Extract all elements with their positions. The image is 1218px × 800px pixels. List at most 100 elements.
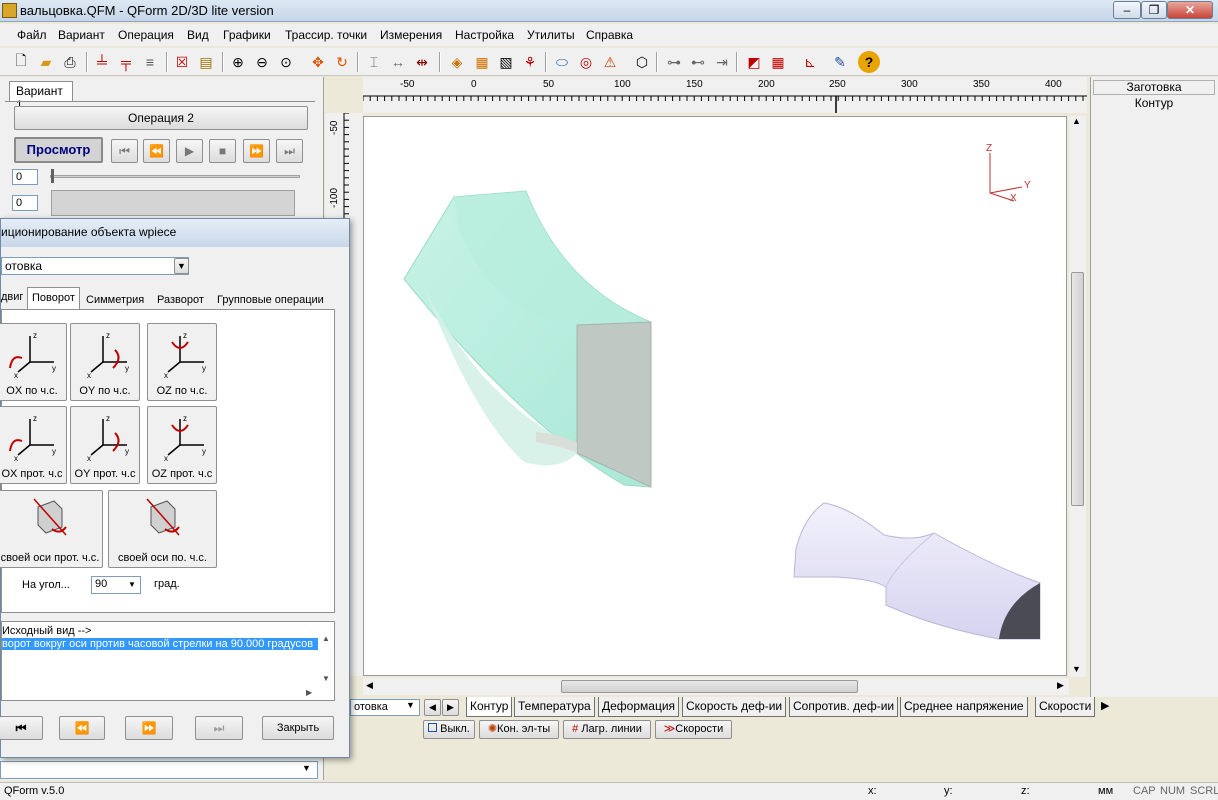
right-panel-header[interactable]: Заготовка	[1093, 80, 1215, 95]
chevron-down-icon[interactable]: ▼	[174, 258, 189, 274]
menu-help[interactable]: Справка	[586, 28, 633, 42]
close-dialog-button[interactable]: Закрыть	[262, 716, 334, 740]
scroll-left-icon[interactable]: ◀	[366, 680, 373, 691]
lagrange-lines-button[interactable]: # Лагр. линии	[563, 720, 651, 739]
cube-icon[interactable]: ⬡	[631, 51, 653, 73]
rotate-ox-ccw-button[interactable]: z y x OX прот. ч.с	[0, 406, 67, 484]
last-frame-button[interactable]: ⏭	[276, 139, 303, 163]
velocities-button[interactable]: ≫Скорости	[655, 720, 732, 739]
layers-icon[interactable]: ◈	[446, 51, 468, 73]
remove-tool-icon[interactable]: ╤	[115, 51, 137, 73]
vertical-scroll-thumb[interactable]	[1071, 272, 1084, 506]
frame-slider[interactable]	[50, 175, 300, 178]
add-tool-icon[interactable]: ╧	[91, 51, 113, 73]
frame-slider-thumb[interactable]	[51, 169, 54, 183]
ring-icon[interactable]: ◎	[575, 51, 597, 73]
new-icon[interactable]: 🗋	[10, 51, 32, 73]
move-icon[interactable]: ✥	[307, 51, 329, 73]
rotate-own-axis-cw-button[interactable]: своей оси по. ч.с.	[108, 490, 217, 568]
tab-flip[interactable]: Разворот	[157, 294, 204, 306]
model-viewport[interactable]: Z Y X	[363, 116, 1067, 676]
tab-temperature[interactable]: Температура	[514, 697, 595, 717]
next-frame-button[interactable]: ⏩	[243, 139, 270, 163]
menu-variant[interactable]: Вариант	[58, 28, 105, 42]
color-grid-icon[interactable]: ▦	[767, 51, 789, 73]
operation-button[interactable]: Операция 2	[14, 106, 308, 130]
tabs-more-icon[interactable]: ▶	[1101, 699, 1109, 712]
menu-trace-points[interactable]: Трассир. точки	[285, 28, 367, 42]
tool-align-icon[interactable]: ≡	[139, 51, 161, 73]
paint-icon[interactable]: ✎	[829, 51, 851, 73]
chevron-down-icon[interactable]: ▼	[128, 580, 136, 589]
cylinder-icon[interactable]: ⬭	[551, 51, 573, 73]
roll-icon[interactable]: ⊶	[663, 51, 685, 73]
chevron-down-icon[interactable]: ▼	[406, 700, 415, 710]
measure-vertical-icon[interactable]: ⌶	[363, 51, 385, 73]
measure-distance-icon[interactable]: ⇹	[411, 51, 433, 73]
tab-group-ops[interactable]: Групповые операции	[217, 294, 324, 306]
finite-elements-button[interactable]: ✺Кон. эл-ты	[479, 720, 559, 739]
horizontal-scrollbar[interactable]: ◀ ▶	[363, 678, 1069, 695]
view-button[interactable]: Просмотр	[14, 137, 103, 163]
minimize-button[interactable]: –	[1113, 1, 1141, 19]
rotate-oz-ccw-button[interactable]: z y x OZ прот. ч.с	[147, 406, 217, 484]
mesh-icon[interactable]: ⚠	[599, 51, 621, 73]
menu-measure[interactable]: Измерения	[380, 28, 442, 42]
scroll-right-icon[interactable]: ▶	[1057, 680, 1064, 691]
open-icon[interactable]: ▰	[35, 51, 57, 73]
menu-utilities[interactable]: Утилиты	[527, 28, 575, 42]
menu-settings[interactable]: Настройка	[455, 28, 514, 42]
zoom-in-icon[interactable]: ⊕	[227, 51, 249, 73]
tabs-scroll-left-icon[interactable]: ◀	[424, 699, 441, 716]
rotate-oy-cw-button[interactable]: z y x OY по ч.с.	[70, 323, 140, 401]
history-back-button[interactable]: ⏪	[59, 716, 105, 740]
measure-horizontal-icon[interactable]: ↔	[387, 51, 409, 73]
step-field[interactable]: 0	[12, 195, 38, 211]
tab-contour[interactable]: Контур	[466, 697, 513, 717]
graph-icon[interactable]: ▧	[495, 51, 517, 73]
zoom-fit-icon[interactable]: ⊙	[275, 51, 297, 73]
roll-forward-icon[interactable]: ⊷	[687, 51, 709, 73]
scroll-right-icon[interactable]: ▶	[306, 688, 312, 697]
scroll-down-icon[interactable]: ▼	[322, 674, 330, 683]
scroll-up-icon[interactable]: ▲	[322, 634, 330, 643]
right-panel-item[interactable]: Контур	[1093, 96, 1215, 110]
bottom-select[interactable]	[0, 761, 318, 779]
toggle-off-button[interactable]: Выкл.	[423, 720, 475, 739]
scroll-down-icon[interactable]: ▼	[1072, 664, 1081, 674]
tabs-scroll-right-icon[interactable]: ▶	[442, 699, 459, 716]
menu-operation[interactable]: Операция	[118, 28, 174, 42]
tab-mean-stress[interactable]: Среднее напряжение	[900, 697, 1028, 717]
stop-button[interactable]: ■	[209, 139, 236, 163]
history-item[interactable]: Исходный вид -->	[2, 625, 91, 637]
color-scheme-icon[interactable]: ◩	[743, 51, 765, 73]
delete-icon[interactable]: ☒	[171, 51, 193, 73]
frame-field[interactable]: 0	[12, 169, 38, 185]
rotate-ox-cw-button[interactable]: z y x OX по ч.с.	[0, 323, 67, 401]
rotate-own-axis-ccw-button[interactable]: своей оси прот. ч.с.	[0, 490, 103, 568]
history-list[interactable]: Исходный вид --> ворот вокруг оси против…	[1, 621, 335, 701]
close-window-button[interactable]: ✕	[1167, 1, 1213, 19]
tab-move[interactable]: двиг	[1, 291, 23, 303]
axes-icon[interactable]: ⊾	[799, 51, 821, 73]
rotate-oz-cw-button[interactable]: z y x OZ по ч.с.	[147, 323, 217, 401]
tab-variant-1[interactable]: Вариант 1	[9, 81, 73, 112]
tab-velocities[interactable]: Скорости	[1035, 697, 1096, 717]
menu-view[interactable]: Вид	[187, 28, 209, 42]
horizontal-scroll-thumb[interactable]	[561, 680, 858, 693]
chevron-down-icon[interactable]: ▼	[302, 763, 311, 773]
history-first-button[interactable]: ⏮	[0, 716, 43, 740]
tab-deformation[interactable]: Деформация	[598, 697, 680, 717]
history-item-selected[interactable]: ворот вокруг оси против часовой стрелки …	[2, 638, 318, 650]
report-icon[interactable]: ▤	[195, 51, 217, 73]
rotate-oy-ccw-button[interactable]: z y x OY прот. ч.с	[70, 406, 140, 484]
tab-strain-rate[interactable]: Скорость деф-ии	[682, 697, 787, 717]
scroll-up-icon[interactable]: ▲	[1072, 116, 1081, 126]
grid-icon[interactable]: ▦	[471, 51, 493, 73]
first-frame-button[interactable]: ⏮	[111, 139, 138, 163]
prev-frame-button[interactable]: ⏪	[143, 139, 170, 163]
tab-flow-stress[interactable]: Сопротив. деф-ии	[789, 697, 899, 717]
help-icon[interactable]: ?	[858, 51, 880, 73]
menu-file[interactable]: Файл	[17, 28, 47, 42]
vertical-scrollbar[interactable]: ▲ ▼	[1069, 116, 1086, 677]
